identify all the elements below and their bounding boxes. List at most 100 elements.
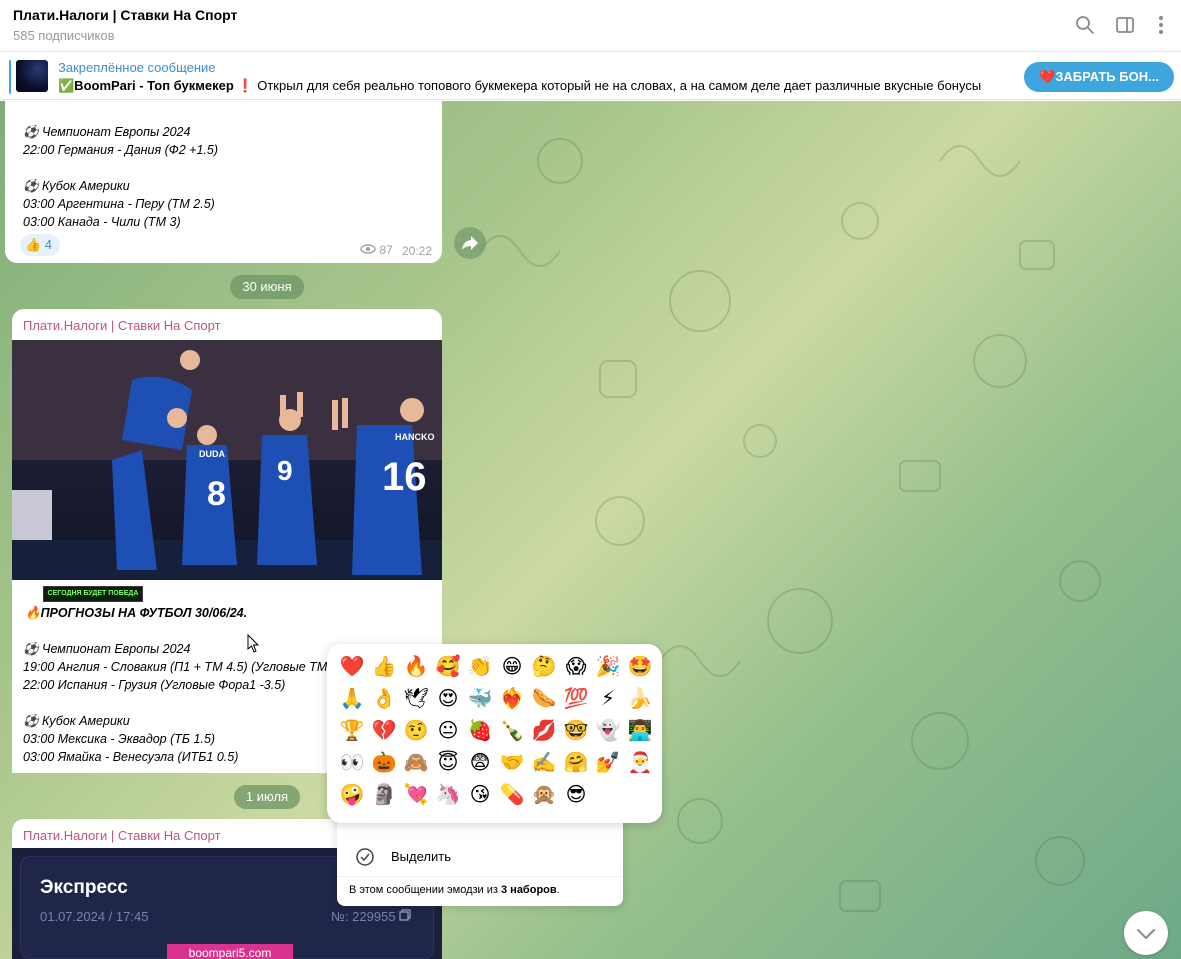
reaction-emoji[interactable]: 👌 [368, 682, 400, 714]
reaction-emoji[interactable]: 🤪 [336, 778, 368, 810]
text-line: 22:00 Испания - Грузия (Угловые Фора1 -3… [23, 678, 286, 692]
text-line: 03:00 Мексика - Эквадор (ТБ 1.5) [23, 732, 216, 746]
reaction-emoji[interactable]: 😨 [464, 746, 496, 778]
reaction-emoji[interactable]: 🥰 [432, 650, 464, 682]
pinned-thumbnail [16, 60, 48, 92]
reaction-emoji[interactable]: 🌭 [528, 682, 560, 714]
reaction-emoji[interactable]: 🤓 [560, 714, 592, 746]
view-count-value: 87 [379, 243, 393, 257]
reaction-emoji[interactable]: 🦄 [432, 778, 464, 810]
text-line: ⚽ Чемпионат Европы 2024 [23, 125, 191, 139]
reaction-emoji[interactable]: 🙊 [528, 778, 560, 810]
reaction-emoji[interactable]: 🎉 [592, 650, 624, 682]
text-line: 03:00 Канада - Чили (ТМ 3) [23, 215, 181, 229]
reaction-emoji[interactable]: 🙏 [336, 682, 368, 714]
mouse-cursor-icon [247, 634, 260, 653]
text-line: 03:00 Аргентина - Перу (ТМ 2.5) [23, 197, 215, 211]
note-suffix: . [556, 884, 560, 896]
share-arrow-icon [462, 236, 478, 250]
reaction-emoji[interactable]: 😘 [464, 778, 496, 810]
text-line: ⚽ Чемпионат Европы 2024 [23, 642, 191, 656]
message-sender[interactable]: Плати.Налоги | Ставки На Спорт [23, 318, 221, 333]
message-photo[interactable]: 8 9 16 DUDA HANCKO [12, 340, 442, 580]
copy-icon[interactable] [399, 909, 411, 921]
reaction-emoji[interactable]: 😱 [560, 650, 592, 682]
reaction-emoji[interactable]: 🙈 [400, 746, 432, 778]
jersey-name: HANCKO [395, 432, 435, 442]
express-title: Экспресс [40, 877, 128, 898]
date-separator: 30 июня [230, 275, 304, 299]
message-text: ⚽ Чемпионат Европы 2024 19:00 Англия - С… [23, 640, 338, 766]
reaction-emoji[interactable]: ❤️ [336, 650, 368, 682]
reaction-emoji[interactable]: 🕊 [400, 682, 432, 714]
forward-button[interactable] [454, 227, 486, 259]
message-headline: 🔥ПРОГНОЗЫ НА ФУТБОЛ 30/06/24. [25, 606, 248, 620]
reaction-emoji[interactable]: 😎 [560, 778, 592, 810]
reaction-emoji[interactable]: 😍 [432, 682, 464, 714]
express-number: №: 229955 [331, 909, 411, 924]
reaction-emoji[interactable]: 🤨 [400, 714, 432, 746]
menu-divider [337, 876, 623, 877]
claim-bonus-button[interactable]: ❤️ЗАБРАТЬ БОН... [1024, 62, 1174, 92]
text-line: 19:00 Англия - Словакия (П1 + ТМ 4.5) (У… [23, 660, 338, 674]
reaction-emoji[interactable]: 👏 [464, 650, 496, 682]
reaction-emoji[interactable]: 😇 [432, 746, 464, 778]
pinned-indicator [9, 60, 11, 94]
reaction-emoji[interactable]: 🤗 [560, 746, 592, 778]
reaction-emoji[interactable]: 💘 [400, 778, 432, 810]
note-prefix: В этом сообщении эмодзи из [349, 884, 501, 896]
reaction-emoji[interactable]: 🔥 [400, 650, 432, 682]
message-bubble[interactable]: ⚽ Чемпионат Европы 2024 22:00 Германия -… [5, 101, 442, 263]
reaction-emoji[interactable]: 🎃 [368, 746, 400, 778]
search-icon[interactable] [1074, 14, 1096, 36]
reaction-emoji[interactable]: 😐 [432, 714, 464, 746]
reaction-emoji[interactable]: ❤️‍🔥 [496, 682, 528, 714]
pinned-label: Закреплённое сообщение [58, 60, 216, 75]
reaction-emoji[interactable]: 👍 [368, 650, 400, 682]
sidebar-toggle-icon[interactable] [1114, 14, 1136, 36]
message-sender[interactable]: Плати.Налоги | Ставки На Спорт [23, 828, 221, 843]
text-line: 03:00 Ямайка - Венесуэла (ИТБ1 0.5) [23, 750, 239, 764]
reaction-emoji[interactable]: ⚡ [592, 682, 624, 714]
emoji-grid: ❤️ 👍 🔥 🥰 👏 😁 🤔 😱 🎉 🤩 🙏 👌 🕊 😍 🐳 ❤️‍🔥 🌭 💯 ⚡ 🍌 🏆 💔 🤨 😐 🍓 🍾 💋 🤓 👻 👨‍💻 👀 🎃 🙈 😇… [336, 650, 656, 810]
reaction-emoji[interactable]: 💔 [368, 714, 400, 746]
select-menu-item[interactable]: Выделить [337, 840, 623, 874]
chat-area: ⚽ Чемпионат Европы 2024 22:00 Германия -… [0, 101, 1181, 959]
reaction-emoji[interactable]: 👻 [592, 714, 624, 746]
check-circle-icon [356, 848, 374, 866]
reaction-emoji[interactable]: 🎅 [624, 746, 656, 778]
express-link: boompari5.com [167, 944, 293, 959]
reaction-emoji[interactable]: 😁 [496, 650, 528, 682]
chevron-down-icon [1137, 929, 1155, 939]
reaction-emoji[interactable]: 💋 [528, 714, 560, 746]
reaction-thumbs-up[interactable]: 👍 4 [20, 234, 60, 256]
reaction-emoji[interactable]: ✍️ [528, 746, 560, 778]
reaction-emoji[interactable]: 🍾 [496, 714, 528, 746]
more-options-icon[interactable] [1150, 14, 1172, 36]
reaction-emoji[interactable]: 🐳 [464, 682, 496, 714]
reaction-emoji[interactable]: 💊 [496, 778, 528, 810]
reaction-picker: ❤️ 👍 🔥 🥰 👏 😁 🤔 😱 🎉 🤩 🙏 👌 🕊 😍 🐳 ❤️‍🔥 🌭 💯 ⚡ 🍌 🏆 💔 🤨 😐 🍓 🍾 💋 🤓 👻 👨‍💻 👀 🎃 🙈 😇… [327, 644, 662, 823]
reaction-emoji[interactable]: 💯 [560, 682, 592, 714]
date-separator: 1 июля [234, 785, 300, 809]
emoji-sets-note[interactable]: В этом сообщении эмодзи из 3 наборов. [349, 884, 560, 896]
reaction-emoji[interactable]: 🍌 [624, 682, 656, 714]
pinned-text: ✅BoomPari - Топ букмекер ❗ Открыл для се… [58, 78, 1013, 94]
view-count: 87 [360, 243, 393, 257]
reaction-emoji[interactable]: 🤔 [528, 650, 560, 682]
reaction-emoji[interactable]: 👀 [336, 746, 368, 778]
jersey-number: 9 [277, 455, 293, 486]
express-number-value: №: 229955 [331, 909, 396, 924]
jersey-name: DUDA [199, 449, 225, 459]
reaction-emoji[interactable]: 👨‍💻 [624, 714, 656, 746]
scroll-down-button[interactable] [1124, 911, 1168, 955]
reaction-emoji[interactable]: 💅 [592, 746, 624, 778]
reaction-emoji[interactable]: 🏆 [336, 714, 368, 746]
reaction-emoji[interactable]: 🤝 [496, 746, 528, 778]
channel-title[interactable]: Плати.Налоги | Ставки На Спорт [13, 7, 237, 23]
reaction-emoji[interactable]: 🤩 [624, 650, 656, 682]
message-text: ⚽ Чемпионат Европы 2024 22:00 Германия -… [23, 123, 218, 231]
reaction-emoji[interactable]: 🍓 [464, 714, 496, 746]
reaction-emoji[interactable]: 🗿 [368, 778, 400, 810]
pinned-message-bar[interactable]: Закреплённое сообщение ✅BoomPari - Топ б… [0, 52, 1181, 100]
